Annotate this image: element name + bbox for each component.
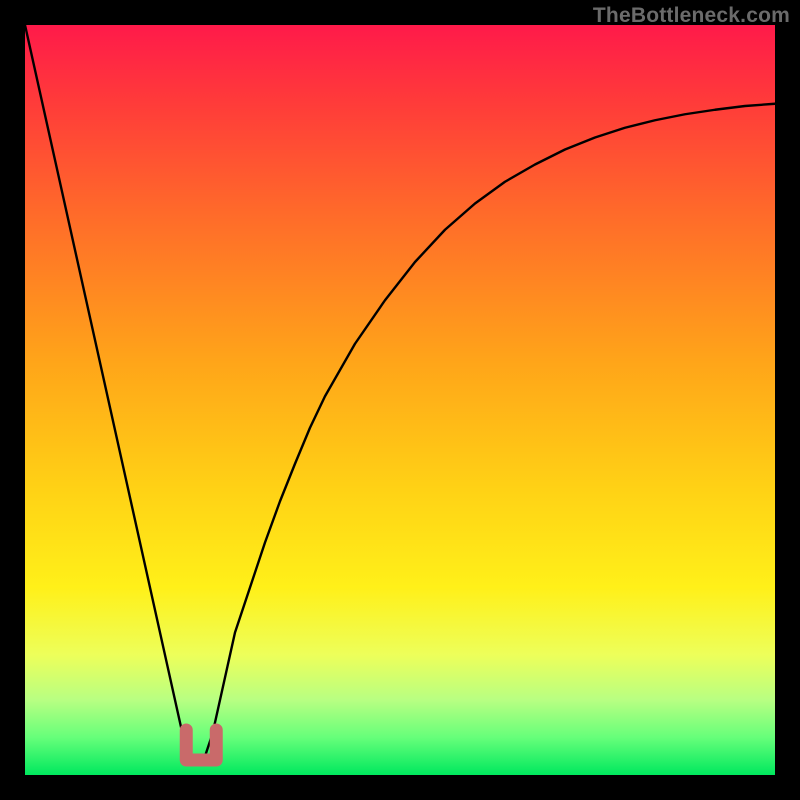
bottleneck-curve bbox=[25, 25, 775, 759]
optimal-region-marker bbox=[186, 730, 216, 760]
curve-layer bbox=[25, 25, 775, 775]
chart-stage: TheBottleneck.com bbox=[0, 0, 800, 800]
plot-area bbox=[25, 25, 775, 775]
